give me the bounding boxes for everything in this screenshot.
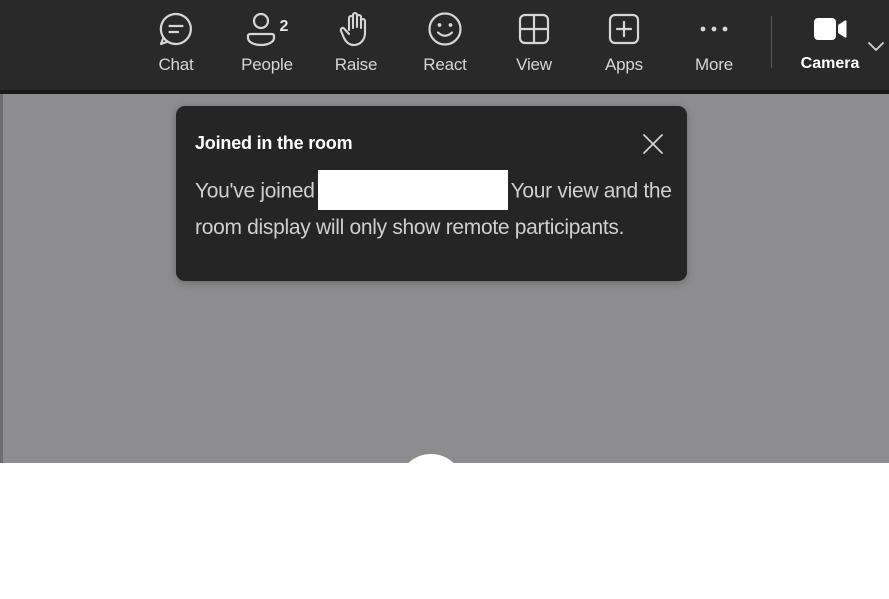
chat-button[interactable]: Chat: [150, 0, 202, 88]
room-joined-notification: Joined in the room You've joined Your vie…: [176, 106, 687, 281]
people-label: People: [241, 55, 293, 74]
stage-left-border: [0, 94, 3, 463]
notification-body: You've joined Your view and the room disp…: [195, 170, 675, 244]
notification-body-prefix: You've joined: [195, 179, 315, 203]
meeting-window: Chat 2 People Raise React View Apps More…: [0, 0, 889, 599]
people-icon: [246, 12, 275, 47]
grid-view-icon: [518, 11, 550, 47]
chevron-down-icon[interactable]: [866, 36, 886, 56]
view-label: View: [516, 55, 552, 74]
more-label: More: [695, 55, 733, 74]
people-count-badge: 2: [279, 18, 289, 35]
view-button[interactable]: View: [508, 0, 560, 88]
camera-button[interactable]: Camera: [798, 0, 862, 88]
camera-label: Camera: [800, 55, 860, 72]
redacted-room-name: [317, 170, 508, 210]
raise-hand-button[interactable]: Raise: [330, 0, 382, 88]
react-label: React: [423, 55, 467, 74]
raise-hand-icon: [339, 11, 373, 47]
notification-title: Joined in the room: [195, 133, 353, 153]
close-icon[interactable]: [639, 130, 667, 158]
smiley-icon: [427, 11, 463, 47]
apps-button[interactable]: Apps: [598, 0, 650, 88]
participant-avatar: [398, 454, 464, 463]
more-dots-icon: [698, 11, 730, 47]
video-camera-icon: [812, 11, 848, 47]
chat-icon: [158, 11, 194, 47]
more-button[interactable]: More: [687, 0, 741, 88]
react-button[interactable]: React: [418, 0, 472, 88]
apps-label: Apps: [605, 55, 643, 74]
raise-label: Raise: [334, 55, 378, 74]
people-button[interactable]: 2 People: [236, 0, 298, 88]
add-app-icon: [608, 11, 640, 47]
toolbar-divider: [771, 16, 772, 68]
meeting-toolbar: Chat 2 People Raise React View Apps More…: [0, 0, 889, 93]
people-icon-wrap: 2: [246, 11, 289, 47]
chat-label: Chat: [158, 55, 194, 74]
